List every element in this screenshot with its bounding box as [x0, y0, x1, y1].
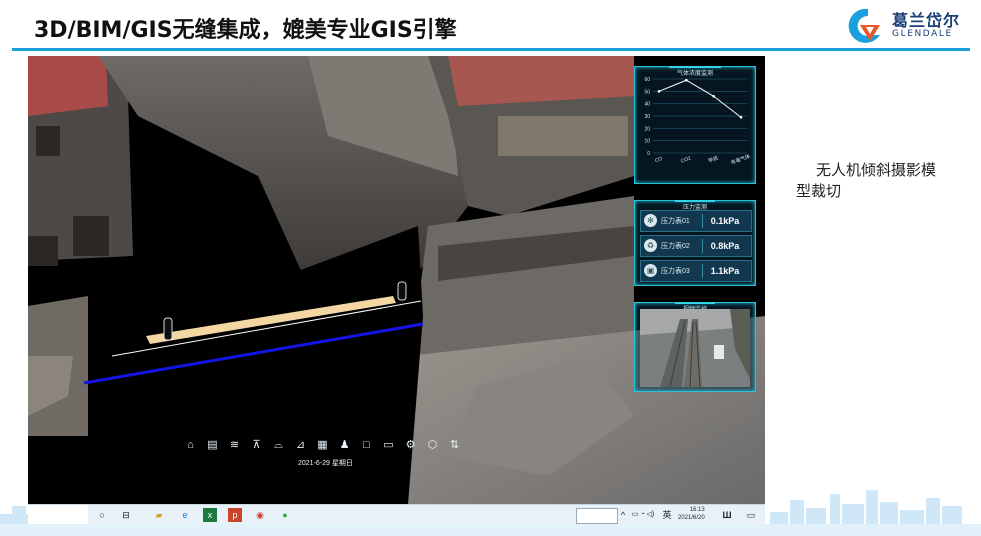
box-icon[interactable]: □ [360, 439, 373, 452]
chart-point [712, 94, 715, 98]
pressure-monitor-panel: 压力监测 ✻ 压力表01 0.1kPa ♻ 压力表02 0.8kPa ▣ 压力表… [634, 200, 756, 286]
slide-caption: 无人机倾斜摄影模型裁切 [796, 161, 937, 200]
logo-text-en: GLENDALE [892, 29, 953, 39]
chart-y-tick: 60 [644, 77, 650, 83]
chart-y-tick: 0 [647, 151, 650, 157]
gear-icon[interactable]: ⚙ [404, 439, 417, 452]
recycle-icon: ♻ [644, 239, 657, 252]
company-logo: 葛兰岱尔 GLENDALE [840, 5, 975, 45]
chart-point [657, 90, 661, 93]
map-viewport[interactable]: 气体浓度监测 60 50 40 30 20 10 0 CO CO2 甲烷 有毒气体 压力监测 ✻ 压… [28, 56, 765, 504]
skyline-decoration [0, 490, 981, 536]
glendale-logo-icon [848, 8, 880, 43]
chart-x-tick: CO [654, 156, 663, 164]
tunnel-icon[interactable]: ⌓ [272, 439, 285, 452]
chart-point [685, 78, 688, 82]
cube-icon[interactable]: ⬡ [426, 439, 439, 452]
pressure-label: 压力表02 [661, 243, 690, 250]
gas-panel-title: 气体浓度监测 [668, 66, 721, 77]
chart-y-tick: 20 [644, 126, 650, 132]
sync-icon[interactable]: ⇅ [448, 439, 461, 452]
pressure-row-2: ♻ 压力表02 0.8kPa [640, 235, 752, 257]
timeline-date: 2021-6-29 星期日 [298, 460, 353, 467]
chart-y-tick: 40 [644, 102, 650, 108]
title-underline [12, 48, 970, 51]
chart-y-tick: 30 [644, 114, 650, 120]
home-icon[interactable]: ⌂ [184, 439, 197, 452]
chart-y-tick: 10 [644, 139, 650, 145]
grid-icon[interactable]: ▦ [316, 439, 329, 452]
layers-icon[interactable]: ≋ [228, 439, 241, 452]
slide-title: 3D/BIM/GIS无缝集成，媲美专业GIS引擎 [34, 18, 457, 43]
meter-icon: ▣ [644, 264, 657, 277]
pressure-row-3: ▣ 压力表03 1.1kPa [640, 260, 752, 282]
measure-icon[interactable]: ⊿ [294, 439, 307, 452]
chart-series-line [658, 79, 742, 118]
chart-x-tick: CO2 [680, 155, 692, 164]
video-feed[interactable] [640, 309, 750, 387]
tree-icon[interactable]: ⊼ [250, 439, 263, 452]
gas-monitor-panel: 气体浓度监测 60 50 40 30 20 10 0 CO CO2 甲烷 有毒气体 [634, 66, 756, 184]
pressure-value: 0.8kPa [702, 239, 747, 253]
bottom-toolbar: ⌂ ▤ ≋ ⊼ ⌓ ⊿ ▦ ♟ □ ▭ ⚙ ⬡ ⇅ [184, 437, 474, 455]
pressure-row-1: ✻ 压力表01 0.1kPa [640, 210, 752, 232]
pressure-value: 1.1kPa [702, 264, 747, 278]
video-monitor-panel[interactable]: 视频监控 [634, 302, 756, 392]
save-icon[interactable]: ▤ [206, 439, 219, 452]
pressure-value: 0.1kPa [702, 214, 747, 228]
gas-line-chart: 60 50 40 30 20 10 0 CO CO2 甲烷 有毒气体 [644, 77, 751, 166]
fan-icon: ✻ [644, 214, 657, 227]
ruler-icon[interactable]: ▭ [382, 439, 395, 452]
chart-point [739, 115, 743, 119]
person-icon[interactable]: ♟ [338, 439, 351, 452]
chart-y-tick: 50 [644, 89, 650, 95]
chart-x-tick: 甲烷 [707, 155, 719, 165]
chart-x-tick: 有毒气体 [730, 153, 751, 166]
logo-text-cn: 葛兰岱尔 [892, 11, 961, 30]
pressure-label: 压力表03 [661, 268, 690, 275]
pressure-label: 压力表01 [661, 218, 690, 225]
